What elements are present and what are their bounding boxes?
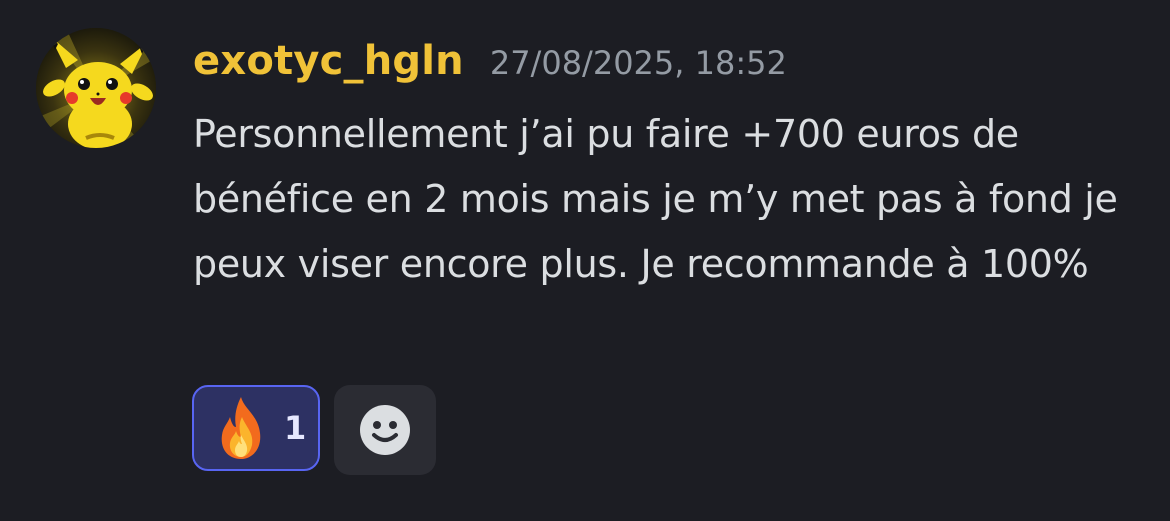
reactions-bar: 1	[192, 385, 436, 475]
timestamp: 27/08/2025, 18:52	[489, 44, 787, 82]
username[interactable]: exotyc_hgln	[193, 38, 464, 84]
reaction-fire[interactable]: 1	[192, 385, 320, 471]
add-reaction-button[interactable]	[334, 385, 436, 475]
user-avatar[interactable]	[36, 28, 156, 148]
chat-message: exotyc_hgln 27/08/2025, 18:52 Personnell…	[0, 0, 1170, 521]
smiley-face-icon	[360, 405, 410, 455]
fire-emoji-icon	[221, 397, 261, 459]
message-content: Personnellement j’ai pu faire +700 euros…	[193, 112, 1118, 286]
pikachu-avatar-icon	[36, 28, 156, 148]
message-header: exotyc_hgln 27/08/2025, 18:52	[193, 38, 787, 98]
reaction-count: 1	[284, 409, 307, 447]
